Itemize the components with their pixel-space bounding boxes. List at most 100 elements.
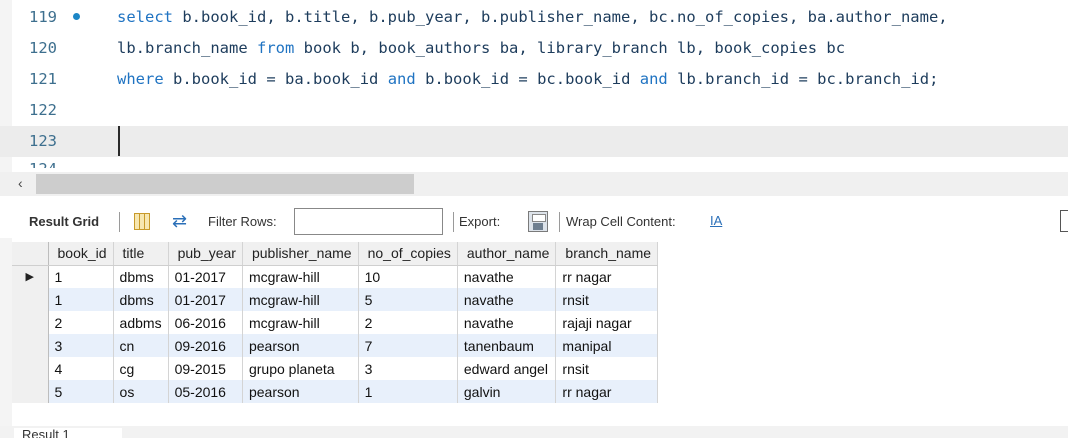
tab-result-1[interactable]: Result 1 bbox=[14, 428, 122, 438]
bottom-tab-strip bbox=[0, 426, 1068, 438]
toolbar-separator bbox=[119, 212, 120, 232]
line-number: 119 bbox=[29, 8, 57, 26]
result-grid: book_id title pub_year publisher_name no_of_… bbox=[0, 238, 1068, 426]
table-row[interactable]: 2 adbms 06-2016 mcgraw-hill 2 navathe rajaji n… bbox=[12, 311, 659, 334]
wrap-cell-content-label: Wrap Cell Content: bbox=[566, 214, 676, 229]
table-cell[interactable]: os bbox=[113, 380, 169, 403]
table-cell[interactable]: 2 bbox=[48, 311, 114, 334]
table-cell[interactable]: navathe bbox=[457, 311, 557, 334]
row-indicator[interactable] bbox=[12, 357, 49, 380]
result-grid-label[interactable]: Result Grid bbox=[29, 214, 99, 229]
table-cell[interactable]: rr nagar bbox=[555, 265, 659, 288]
text-caret bbox=[118, 126, 120, 156]
column-header[interactable]: book_id bbox=[48, 242, 114, 266]
filter-rows-label: Filter Rows: bbox=[208, 214, 277, 229]
table-cell[interactable]: edward angel bbox=[457, 357, 557, 380]
table-cell[interactable]: tanenbaum bbox=[457, 334, 557, 357]
wrap-cell-content-icon[interactable]: IA bbox=[710, 213, 722, 228]
code-line[interactable]: 122 bbox=[0, 95, 1068, 126]
line-number: 120 bbox=[29, 39, 57, 57]
table-cell[interactable]: 1 bbox=[358, 380, 458, 403]
table-cell[interactable]: rnsit bbox=[555, 288, 659, 311]
table-cell[interactable]: 7 bbox=[358, 334, 458, 357]
export-icon[interactable] bbox=[528, 211, 548, 232]
toolbar-separator bbox=[559, 212, 560, 232]
export-label: Export: bbox=[459, 214, 501, 229]
table-cell[interactable]: pearson bbox=[242, 380, 359, 403]
column-header[interactable]: title bbox=[113, 242, 169, 266]
table-cell[interactable]: 1 bbox=[48, 265, 114, 288]
scroll-left-icon[interactable]: ‹ bbox=[18, 175, 23, 191]
code-text: where b.book_id = ba.book_id and b.book_… bbox=[117, 70, 939, 88]
table-cell[interactable]: 2 bbox=[358, 311, 458, 334]
row-indicator[interactable] bbox=[12, 311, 49, 334]
table-cell[interactable]: navathe bbox=[457, 288, 557, 311]
result-table: book_id title pub_year publisher_name no_of_… bbox=[12, 242, 659, 403]
table-cell[interactable]: 1 bbox=[48, 288, 114, 311]
row-indicator[interactable] bbox=[12, 380, 49, 403]
table-cell[interactable]: grupo planeta bbox=[242, 357, 359, 380]
row-indicator-header bbox=[12, 242, 49, 266]
panel-toggle-icon[interactable] bbox=[1060, 210, 1068, 232]
code-text: lb.branch_name from book b, book_authors… bbox=[117, 39, 846, 57]
statement-marker-icon bbox=[73, 13, 80, 20]
table-cell[interactable]: 01-2017 bbox=[168, 265, 243, 288]
table-cell[interactable]: mcgraw-hill bbox=[242, 288, 359, 311]
table-cell[interactable]: galvin bbox=[457, 380, 557, 403]
table-cell[interactable]: 5 bbox=[48, 380, 114, 403]
table-cell[interactable]: navathe bbox=[457, 265, 557, 288]
table-cell[interactable]: 06-2016 bbox=[168, 311, 243, 334]
code-line[interactable]: 119 select b.book_id, b.title, b.pub_year… bbox=[0, 2, 1068, 33]
table-cell[interactable]: mcgraw-hill bbox=[242, 265, 359, 288]
table-row[interactable]: 5 os 05-2016 pearson 1 galvin rr nagar bbox=[12, 380, 659, 403]
current-row-icon[interactable]: ▶ bbox=[12, 265, 49, 288]
row-indicator[interactable] bbox=[12, 288, 49, 311]
table-cell[interactable]: 5 bbox=[358, 288, 458, 311]
code-line[interactable]: 123 bbox=[0, 126, 1068, 157]
table-cell[interactable]: 05-2016 bbox=[168, 380, 243, 403]
table-cell[interactable]: 09-2015 bbox=[168, 357, 243, 380]
table-cell[interactable]: 01-2017 bbox=[168, 288, 243, 311]
column-header[interactable]: publisher_name bbox=[242, 242, 359, 266]
line-number: 121 bbox=[29, 70, 57, 88]
table-cell[interactable]: 10 bbox=[358, 265, 458, 288]
table-cell[interactable]: 4 bbox=[48, 357, 114, 380]
table-cell[interactable]: 3 bbox=[358, 357, 458, 380]
table-cell[interactable]: rr nagar bbox=[555, 380, 659, 403]
column-header[interactable]: branch_name bbox=[555, 242, 659, 266]
table-row[interactable]: 1 dbms 01-2017 mcgraw-hill 5 navathe rnsit bbox=[12, 288, 659, 311]
table-cell[interactable]: 3 bbox=[48, 334, 114, 357]
result-toolbar: Result Grid ⇄ Filter Rows: Export: Wrap … bbox=[12, 206, 1068, 238]
scrollbar-thumb[interactable] bbox=[36, 174, 414, 194]
table-cell[interactable]: cn bbox=[113, 334, 169, 357]
table-cell[interactable]: mcgraw-hill bbox=[242, 311, 359, 334]
toolbar-separator bbox=[453, 212, 454, 232]
table-cell[interactable]: dbms bbox=[113, 265, 169, 288]
grid-left-strip bbox=[0, 238, 12, 426]
code-line[interactable]: 121 where b.book_id = ba.book_id and b.bo… bbox=[0, 64, 1068, 95]
column-header[interactable]: pub_year bbox=[168, 242, 243, 266]
table-cell[interactable]: 09-2016 bbox=[168, 334, 243, 357]
refresh-icon[interactable]: ⇄ bbox=[172, 211, 187, 232]
horizontal-scrollbar[interactable]: ‹ bbox=[0, 172, 1068, 196]
line-number: 124 bbox=[29, 162, 69, 168]
code-text: select b.book_id, b.title, b.pub_year, b… bbox=[117, 8, 948, 26]
table-row[interactable]: 3 cn 09-2016 pearson 7 tanenbaum manipal bbox=[12, 334, 659, 357]
table-row[interactable]: 4 cg 09-2015 grupo planeta 3 edward angel rnsi… bbox=[12, 357, 659, 380]
column-header[interactable]: no_of_copies bbox=[358, 242, 458, 266]
filter-rows-input[interactable] bbox=[294, 208, 443, 235]
sql-editor[interactable]: 119 select b.book_id, b.title, b.pub_year… bbox=[0, 0, 1068, 172]
column-header[interactable]: author_name bbox=[457, 242, 557, 266]
table-cell[interactable]: adbms bbox=[113, 311, 169, 334]
line-number: 122 bbox=[29, 101, 57, 119]
table-cell[interactable]: rajaji nagar bbox=[555, 311, 659, 334]
table-cell[interactable]: dbms bbox=[113, 288, 169, 311]
grid-view-icon[interactable] bbox=[134, 213, 150, 230]
table-cell[interactable]: manipal bbox=[555, 334, 659, 357]
table-row[interactable]: ▶ 1 dbms 01-2017 mcgraw-hill 10 navathe rr naga… bbox=[12, 265, 659, 288]
row-indicator[interactable] bbox=[12, 334, 49, 357]
code-line[interactable]: 120 lb.branch_name from book b, book_auth… bbox=[0, 33, 1068, 64]
table-cell[interactable]: pearson bbox=[242, 334, 359, 357]
table-cell[interactable]: cg bbox=[113, 357, 169, 380]
table-cell[interactable]: rnsit bbox=[555, 357, 659, 380]
